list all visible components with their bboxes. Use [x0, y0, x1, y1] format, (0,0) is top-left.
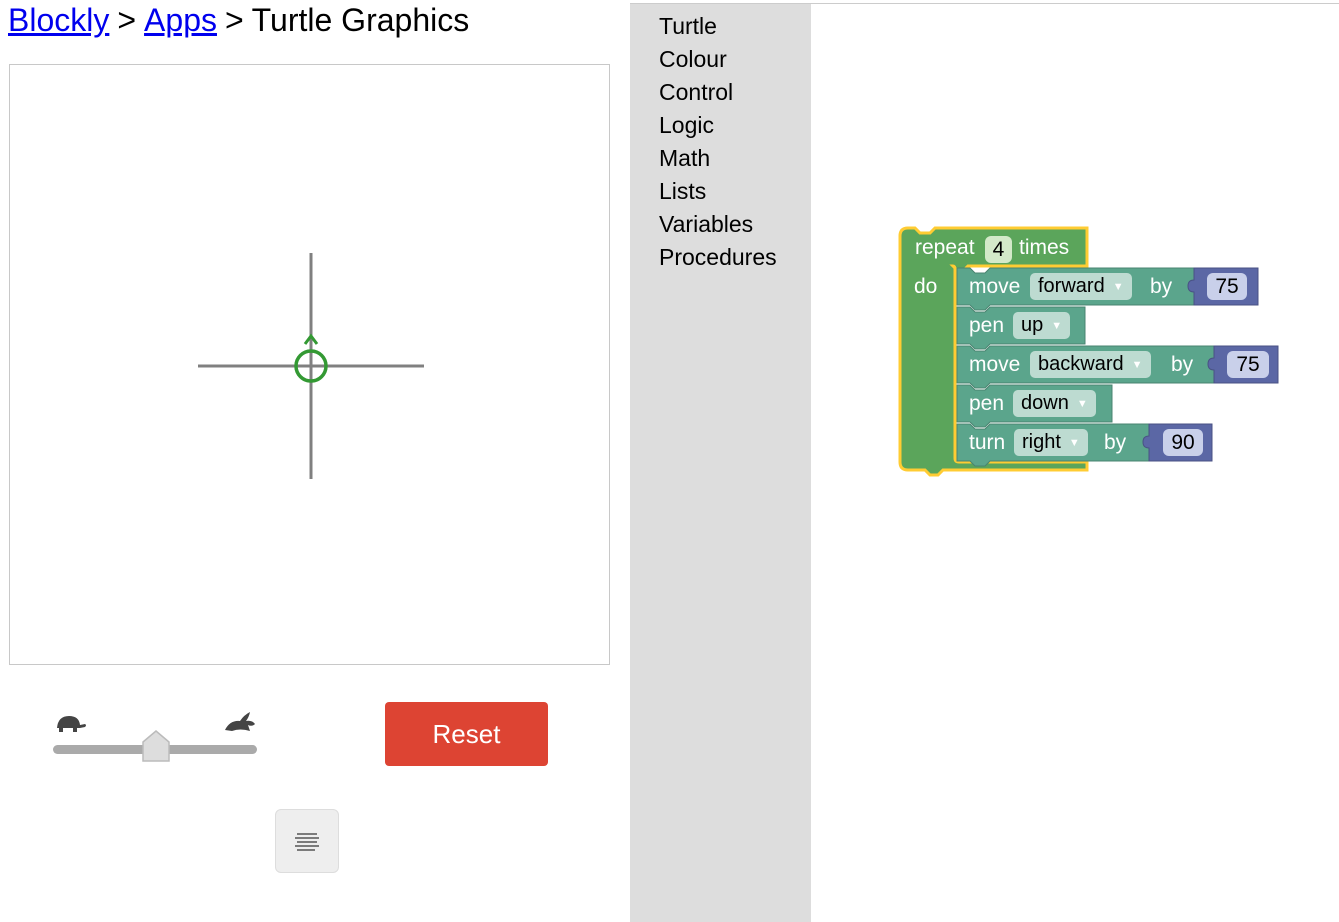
pen-state-dropdown[interactable]: down ▼ — [1013, 390, 1096, 417]
block-keyword: by — [1171, 353, 1194, 376]
dropdown-value: right — [1022, 431, 1061, 453]
block-keyword: by — [1104, 431, 1127, 454]
dropdown-arrow-icon: ▼ — [1112, 281, 1124, 293]
block-shapes — [898, 226, 1279, 477]
repeat-count-field[interactable]: 4 — [985, 236, 1012, 263]
block-keyword: repeat — [915, 236, 975, 259]
block-keyword: by — [1150, 275, 1173, 298]
block-keyword: move — [969, 275, 1021, 298]
distance-field[interactable]: 75 — [1207, 273, 1247, 300]
block-keyword: turn — [969, 431, 1006, 454]
direction-dropdown[interactable]: backward ▼ — [1030, 351, 1151, 378]
dropdown-arrow-icon: ▼ — [1068, 437, 1080, 449]
pen-state-dropdown[interactable]: up ▼ — [1013, 312, 1071, 339]
angle-field[interactable]: 90 — [1163, 429, 1203, 456]
dropdown-arrow-icon: ▼ — [1076, 398, 1088, 410]
dropdown-value: forward — [1038, 275, 1105, 297]
block-keyword: times — [1019, 236, 1070, 259]
distance-field[interactable]: 75 — [1227, 351, 1269, 378]
dropdown-value: down — [1021, 392, 1069, 414]
block-keyword: do — [914, 275, 938, 298]
block-keyword: move — [969, 353, 1021, 376]
dropdown-arrow-icon: ▼ — [1131, 359, 1143, 371]
direction-dropdown[interactable]: forward ▼ — [1030, 273, 1132, 300]
dropdown-value: backward — [1038, 353, 1124, 375]
dropdown-value: up — [1021, 314, 1044, 336]
dropdown-arrow-icon: ▼ — [1051, 320, 1063, 332]
block-keyword: pen — [969, 392, 1005, 415]
turn-direction-dropdown[interactable]: right ▼ — [1014, 429, 1088, 456]
block-keyword: pen — [969, 314, 1005, 337]
